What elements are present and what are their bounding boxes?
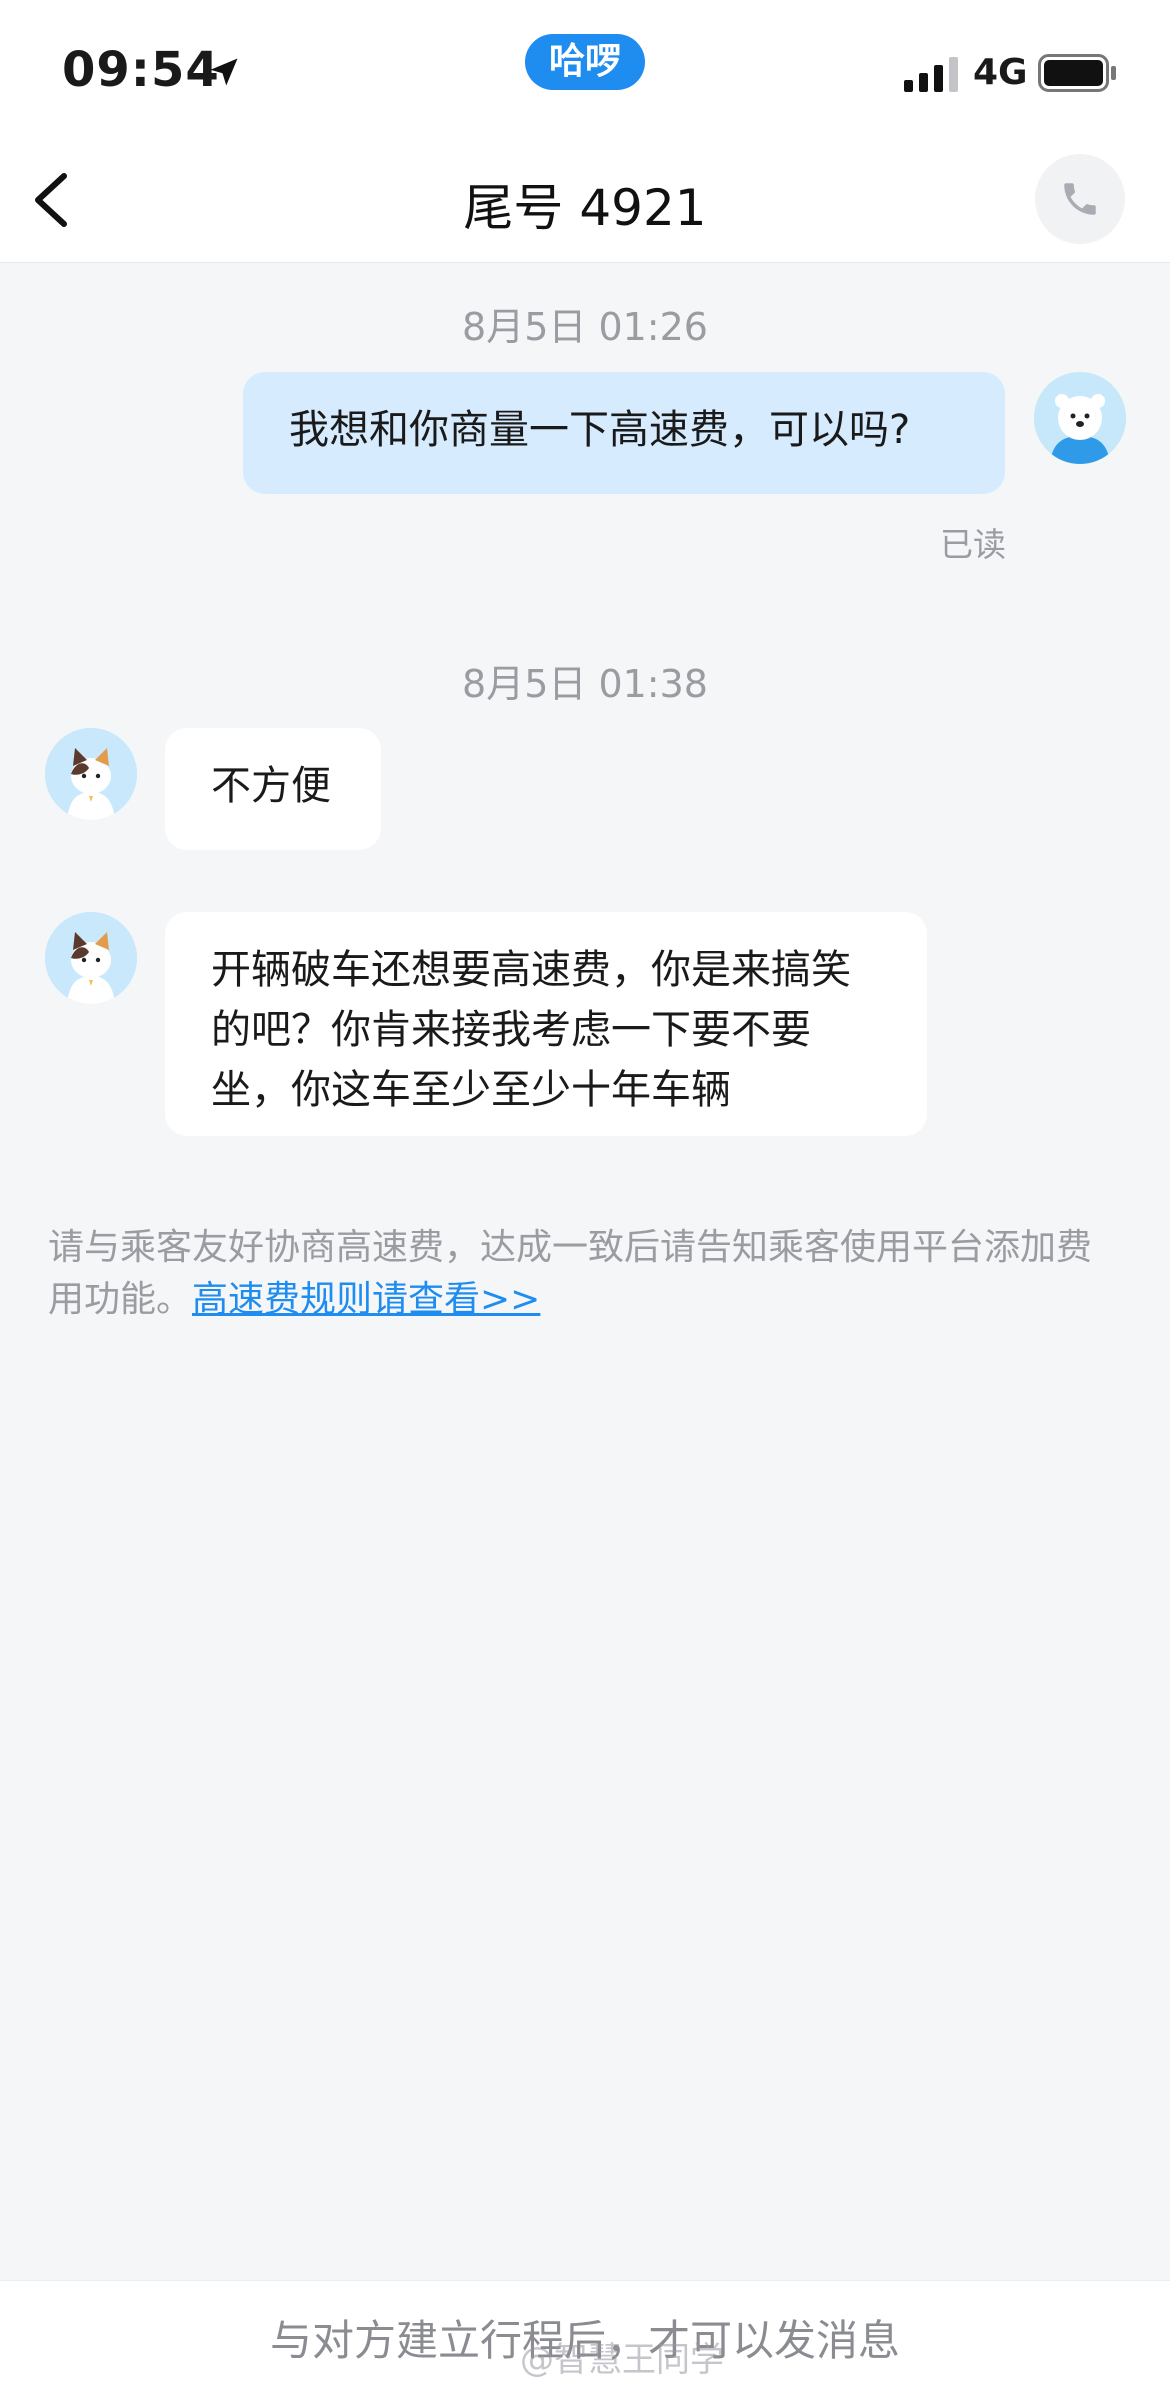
toll-rules-link[interactable]: 高速费规则请查看>> [192, 1279, 540, 1320]
call-button[interactable] [1035, 154, 1125, 244]
network-type: 4G [973, 52, 1028, 93]
bear-icon [1034, 372, 1126, 464]
nav-bar: 尾号 4921 [0, 140, 1170, 263]
watermark: @智慧王同学 [520, 2340, 724, 2380]
cat-icon [45, 728, 137, 820]
bear-avatar[interactable] [1034, 372, 1126, 464]
message-timestamp: 8月5日 01:26 [462, 305, 708, 349]
cat-avatar[interactable] [45, 728, 137, 820]
status-bar: 09:54 哈啰 4G [0, 0, 1170, 140]
message-bubble-incoming[interactable]: 不方便 [165, 728, 381, 850]
message-text: 不方便 [211, 763, 331, 809]
message-timestamp: 8月5日 01:38 [462, 662, 708, 706]
message-bubble-incoming[interactable]: 开辆破车还想要高速费，你是来搞笑的吧？你肯来接我考虑一下要不要坐，你这车至少至少… [165, 912, 927, 1136]
page-title: 尾号 4921 [463, 179, 707, 237]
system-tip: 请与乘客友好协商高速费，达成一致后请告知乘客使用平台添加费用功能。高速费规则请查… [48, 1222, 1108, 1326]
message-text: 开辆破车还想要高速费，你是来搞笑的吧？你肯来接我考虑一下要不要坐，你这车至少至少… [211, 947, 851, 1113]
cat-icon [45, 912, 137, 1004]
phone-icon [1064, 183, 1096, 215]
message-bubble-outgoing[interactable]: 我想和你商量一下高速费，可以吗? [243, 372, 1005, 494]
battery-icon [1038, 54, 1116, 92]
app-badge[interactable]: 哈啰 [525, 34, 645, 90]
signal-icon [904, 57, 958, 92]
location-arrow-icon [210, 58, 238, 86]
read-receipt: 已读 [940, 525, 1006, 564]
cat-avatar[interactable] [45, 912, 137, 1004]
status-time: 09:54 [62, 42, 220, 98]
message-text: 我想和你商量一下高速费，可以吗? [289, 407, 911, 453]
